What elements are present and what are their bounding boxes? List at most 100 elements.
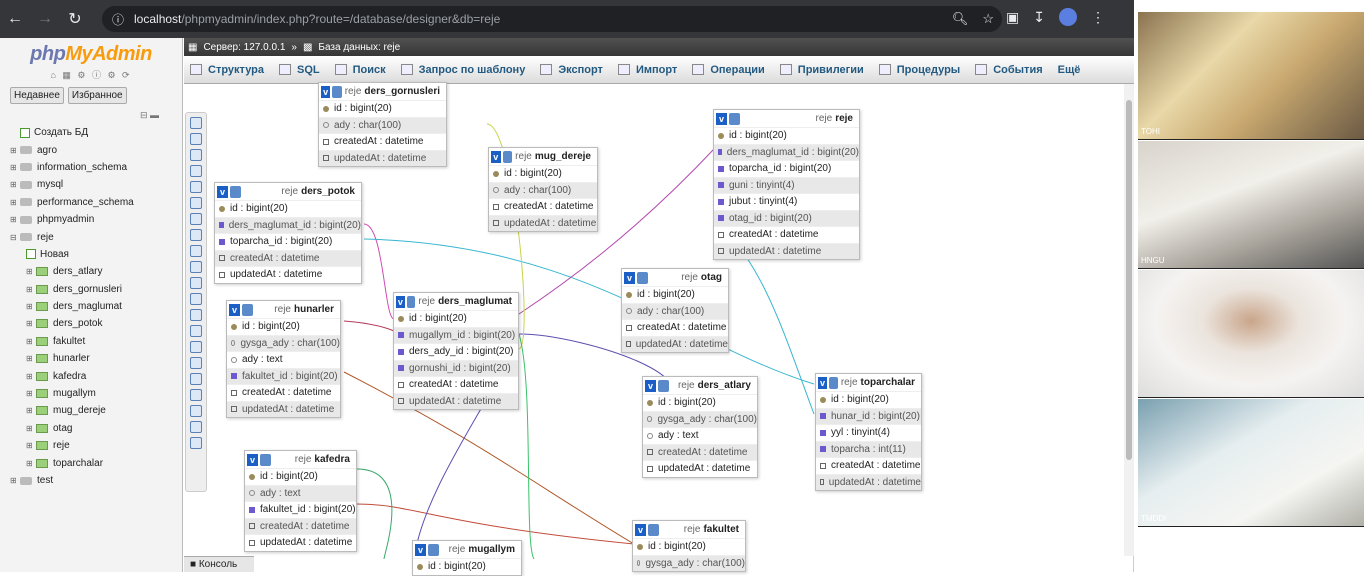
forward-icon[interactable]: → bbox=[30, 10, 60, 28]
table-item[interactable]: ⊞ toparchalar bbox=[10, 454, 134, 471]
recent-tab[interactable]: Недавнее bbox=[10, 87, 64, 104]
db-item-reje[interactable]: ⊟ reje bbox=[10, 228, 134, 245]
breadcrumb: ▦ Сервер: 127.0.0.1 » ▩ База данных: rej… bbox=[184, 38, 1134, 56]
designer-table[interactable]: v reje mug_dereje id : bigint(20) ady : ch… bbox=[488, 147, 598, 232]
tab-events[interactable]: События bbox=[975, 64, 1043, 76]
table-item[interactable]: ⊞ fakultet bbox=[10, 333, 134, 350]
address-bar[interactable]: ⓘ localhost/phpmyadmin/index.php?route=/… bbox=[102, 6, 1002, 32]
scrollbar-thumb[interactable] bbox=[1126, 100, 1132, 460]
table-item[interactable]: ⊞ reje bbox=[10, 437, 134, 454]
phpmyadmin-logo[interactable]: phpMyAdmin bbox=[0, 43, 182, 66]
edit-page-icon[interactable] bbox=[190, 245, 202, 257]
designer-table[interactable]: v reje fakultet id : bigint(20) gysga_ady … bbox=[632, 520, 746, 572]
tab-operations[interactable]: Операции bbox=[692, 64, 765, 76]
server-icon: ▦ bbox=[188, 41, 198, 53]
tab-more[interactable]: Ещё bbox=[1058, 64, 1081, 76]
table-item[interactable]: ⊞ ders_potok bbox=[10, 315, 134, 332]
db-item[interactable]: ⊞ performance_schema bbox=[10, 194, 134, 211]
bookmark-star-icon[interactable]: ☆ bbox=[982, 11, 994, 27]
db-item[interactable]: ⊞ phpmyadmin bbox=[10, 211, 134, 228]
db-item[interactable]: ⊞ test bbox=[10, 472, 134, 489]
table-item[interactable]: ⊞ mug_dereje bbox=[10, 402, 134, 419]
db-item[interactable]: ⊞ mysql bbox=[10, 176, 134, 193]
tab-query[interactable]: Запрос по шаблону bbox=[400, 64, 525, 76]
relation-line bbox=[343, 320, 397, 335]
tab-privileges[interactable]: Привилегии bbox=[779, 64, 864, 76]
relation-lines-icon[interactable] bbox=[190, 389, 202, 401]
toggle-fullscreen-icon[interactable] bbox=[190, 133, 202, 145]
profile-avatar[interactable] bbox=[1058, 8, 1077, 26]
designer-table[interactable]: v reje otag id : bigint(20) ady : char(100… bbox=[621, 268, 729, 353]
tab-sql[interactable]: SQL bbox=[279, 64, 320, 76]
zoom-icon[interactable]: 🔍︎ bbox=[952, 11, 969, 27]
table-item[interactable]: ⊞ otag bbox=[10, 420, 134, 437]
tab-export[interactable]: Экспорт bbox=[540, 64, 603, 76]
participant-name: TOHI bbox=[1141, 127, 1160, 136]
back-icon[interactable]: ← bbox=[0, 10, 30, 28]
create-db-item[interactable]: Создать БД bbox=[10, 124, 134, 141]
save-as-icon[interactable] bbox=[190, 213, 202, 225]
nav-icons: ⌂ ▦ ⚙ ⓘ ⚙ ⟳ bbox=[50, 70, 132, 80]
angular-links-icon[interactable] bbox=[190, 325, 202, 337]
video-tile[interactable]: TOHI bbox=[1138, 12, 1364, 140]
new-table-item[interactable]: Новая bbox=[10, 246, 134, 263]
tab-structure[interactable]: Структура bbox=[190, 64, 264, 76]
move-menu-icon[interactable] bbox=[190, 437, 202, 449]
menu-icon[interactable]: ⋮ bbox=[1091, 9, 1105, 26]
collapse-all-icon[interactable]: ⊟ ▬ bbox=[140, 110, 159, 121]
display-field-icon[interactable] bbox=[190, 277, 202, 289]
designer-table[interactable]: v reje hunarler id : bigint(20) gysga_ady … bbox=[226, 300, 341, 418]
reload-icon[interactable] bbox=[190, 293, 202, 305]
small-big-icon[interactable] bbox=[190, 357, 202, 369]
save-icon[interactable] bbox=[190, 197, 202, 209]
designer-table[interactable]: v reje ders_atlary id : bigint(20) gysga_a… bbox=[642, 376, 758, 478]
new-page-icon[interactable] bbox=[190, 165, 202, 177]
console-button[interactable]: ■ Консоль bbox=[184, 556, 254, 572]
db-item[interactable]: ⊞ agro bbox=[10, 141, 134, 158]
video-tile[interactable]: TMDDI bbox=[1138, 399, 1364, 527]
breadcrumb-db[interactable]: База данных: reje bbox=[318, 42, 400, 53]
tab-import[interactable]: Импорт bbox=[617, 64, 677, 76]
table-item[interactable]: ⊞ hunarler bbox=[10, 350, 134, 367]
designer-table[interactable]: v reje kafedra id : bigint(20) ady : text … bbox=[244, 450, 357, 552]
db-item[interactable]: ⊞ information_schema bbox=[10, 159, 134, 176]
show-all-icon[interactable] bbox=[190, 117, 202, 129]
designer-table[interactable]: v reje ders_maglumat id : bigint(20) mugal… bbox=[393, 292, 519, 410]
help-icon[interactable] bbox=[190, 309, 202, 321]
relation-line bbox=[363, 223, 395, 320]
tab-search[interactable]: Поиск bbox=[334, 64, 386, 76]
export-schema-icon[interactable] bbox=[190, 405, 202, 417]
table-item[interactable]: ⊞ ders_maglumat bbox=[10, 298, 134, 315]
extensions-icon[interactable]: ▣ bbox=[1006, 9, 1019, 26]
tab-routines[interactable]: Процедуры bbox=[878, 64, 960, 76]
delete-page-icon[interactable] bbox=[190, 229, 202, 241]
designer-table[interactable]: v reje ders_gornusleri id : bigint(20) ady… bbox=[318, 82, 447, 167]
table-item[interactable]: ⊞ ders_gornusleri bbox=[10, 281, 134, 298]
table-item[interactable]: ⊞ ders_atlary bbox=[10, 263, 134, 280]
table-item[interactable]: ⊞ kafedra bbox=[10, 367, 134, 384]
database-icon: ▩ bbox=[302, 41, 313, 53]
designer-table[interactable]: v reje reje id : bigint(20) ders_maglumat_… bbox=[713, 109, 860, 260]
main-tabs: Структура SQL Поиск Запрос по шаблону Эк… bbox=[184, 56, 1134, 84]
site-info-icon[interactable]: ⓘ bbox=[112, 11, 124, 28]
video-tile[interactable]: HNGU bbox=[1138, 141, 1364, 269]
breadcrumb-server[interactable]: Сервер: 127.0.0.1 bbox=[203, 42, 285, 53]
open-page-icon[interactable] bbox=[190, 181, 202, 193]
build-query-icon[interactable] bbox=[190, 421, 202, 433]
add-tables-icon[interactable] bbox=[190, 149, 202, 161]
create-relation-icon[interactable] bbox=[190, 261, 202, 273]
table-item[interactable]: ⊞ mugallym bbox=[10, 385, 134, 402]
video-call-panel: TOHI HNGU TMDDI bbox=[1138, 12, 1364, 527]
toggle-small-icon[interactable] bbox=[190, 373, 202, 385]
participant-name: TMDDI bbox=[1141, 514, 1167, 523]
designer-table[interactable]: v reje mugallym id : bigint(20) bbox=[412, 540, 522, 576]
snap-grid-icon[interactable] bbox=[190, 341, 202, 353]
designer-table[interactable]: v reje toparchalar id : bigint(20) hunar_i… bbox=[815, 373, 922, 491]
designer-table[interactable]: v reje ders_potok id : bigint(20) ders_mag… bbox=[214, 182, 362, 284]
video-tile[interactable] bbox=[1138, 270, 1364, 398]
reload-icon[interactable]: ↻ bbox=[60, 9, 90, 29]
download-icon[interactable]: ↧ bbox=[1033, 9, 1045, 26]
relation-line bbox=[518, 333, 535, 559]
favorites-tab[interactable]: Избранное bbox=[67, 87, 127, 104]
url-path: /phpmyadmin/index.php?route=/database/de… bbox=[181, 12, 501, 26]
